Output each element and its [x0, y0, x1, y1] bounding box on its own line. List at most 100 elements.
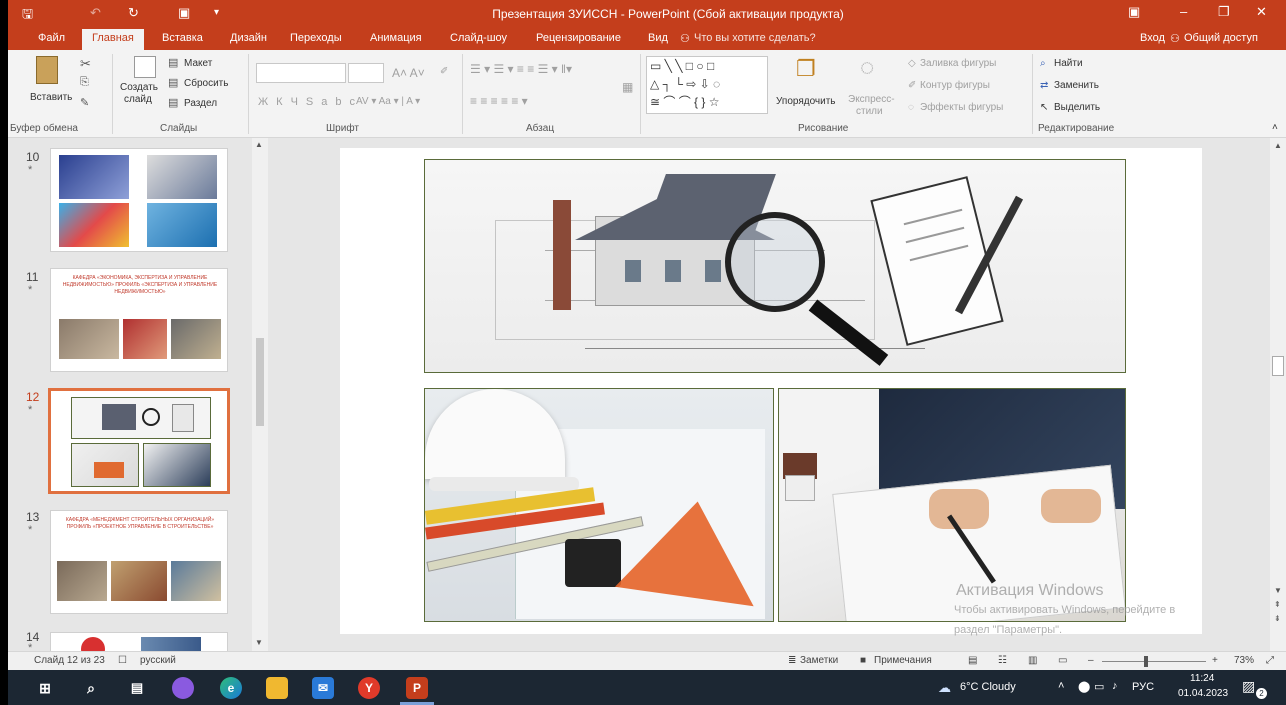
new-slide-label-2[interactable]: слайд: [124, 94, 152, 105]
new-slide-label-1[interactable]: Создать: [120, 82, 158, 93]
shape-fill-button[interactable]: Заливка фигуры: [920, 58, 996, 69]
char-spacing-icon[interactable]: AV ▾ Aa ▾ | A ▾: [356, 96, 420, 107]
next-slide-icon[interactable]: ⇟: [1274, 614, 1281, 623]
weather-text[interactable]: 6°C Cloudy: [960, 681, 1016, 693]
arrange-button[interactable]: Упорядочить: [776, 96, 836, 107]
slide-thumbnail-11[interactable]: КАФЕДРА «ЭКОНОМИКА, ЭКСПЕРТИЗА И УПРАВЛЕ…: [50, 268, 228, 372]
tab-insert[interactable]: Вставка: [162, 32, 203, 44]
fit-slide-icon[interactable]: ⤢: [1266, 655, 1274, 666]
scroll-down-icon[interactable]: ▼: [1274, 586, 1282, 595]
microphone-icon[interactable]: ⬤: [1078, 680, 1090, 693]
tab-view[interactable]: Вид: [648, 32, 668, 44]
tell-me-box[interactable]: Что вы хотите сделать?: [694, 32, 816, 44]
font-size-box[interactable]: [348, 63, 384, 83]
new-slide-icon[interactable]: [134, 56, 156, 78]
save-icon[interactable]: 🖫: [22, 5, 33, 27]
search-icon[interactable]: ⌕: [80, 677, 102, 699]
slide-sorter-icon[interactable]: ☷: [998, 655, 1007, 666]
collapse-ribbon-icon[interactable]: ˄: [1272, 122, 1278, 133]
slide-thumbnail-12[interactable]: [48, 388, 230, 494]
close-button[interactable]: ✕: [1256, 4, 1267, 20]
tab-review[interactable]: Рецензирование: [536, 32, 621, 44]
arrange-icon[interactable]: ❐: [796, 56, 816, 82]
tab-file[interactable]: Файл: [38, 32, 65, 44]
quick-styles-label-1[interactable]: Экспресс-: [848, 94, 895, 105]
tab-transitions[interactable]: Переходы: [290, 32, 342, 44]
copy-icon[interactable]: ⎘: [80, 76, 89, 89]
cut-icon[interactable]: ✂: [80, 56, 91, 72]
layout-button[interactable]: Макет: [184, 58, 212, 69]
house-blueprint-image[interactable]: [424, 159, 1126, 373]
customize-icon[interactable]: ▾: [214, 7, 219, 18]
slide-thumbnail-14[interactable]: [50, 632, 228, 652]
undo-icon[interactable]: ↶: [90, 5, 101, 21]
tray-overflow-icon[interactable]: ˄: [1058, 680, 1064, 692]
increase-font-icon[interactable]: A˄ A˅: [392, 66, 425, 80]
reading-view-icon[interactable]: ▥: [1028, 655, 1037, 666]
weather-icon[interactable]: ☁: [938, 680, 951, 696]
quick-styles-label-2[interactable]: стили: [856, 106, 883, 117]
slide-scrollbar[interactable]: ▲ ▼ ⇞ ⇟: [1270, 138, 1286, 651]
network-icon[interactable]: ▭: [1094, 680, 1104, 693]
bullets-icon[interactable]: ☰ ▾ ☰ ▾ ≡ ≡ ☰ ▾ ‖▾: [470, 62, 572, 76]
select-button[interactable]: Выделить: [1054, 102, 1100, 113]
notes-button[interactable]: Заметки: [800, 655, 838, 666]
shape-effects-button[interactable]: Эффекты фигуры: [920, 102, 1003, 113]
windows-start-icon[interactable]: ⊞: [34, 677, 56, 699]
shapes-gallery[interactable]: ▭ ╲ ╲ □ ○ □ △ ┐ └ ⇨ ⇩ ◌ ≅ ⌒ ⌒ { } ☆: [646, 56, 768, 114]
scroll-thumb[interactable]: [1272, 356, 1284, 376]
edge-icon[interactable]: e: [220, 677, 242, 699]
scroll-up-icon[interactable]: ▲: [1274, 141, 1282, 150]
start-from-beginning-icon[interactable]: ▣: [178, 5, 190, 21]
keyboard-language[interactable]: РУС: [1132, 681, 1154, 693]
paste-button[interactable]: Вставить: [30, 92, 72, 103]
maximize-button[interactable]: ❐: [1218, 4, 1230, 20]
scroll-down-icon[interactable]: ▼: [255, 638, 263, 647]
shape-outline-button[interactable]: Контур фигуры: [920, 80, 990, 91]
zoom-out-icon[interactable]: ‒: [1088, 655, 1094, 666]
quick-styles-icon[interactable]: ◌: [860, 54, 874, 82]
clock-time[interactable]: 11:24: [1190, 673, 1214, 684]
font-style-buttons[interactable]: ЖКЧSabc: [258, 96, 363, 108]
clear-format-icon[interactable]: ✐: [440, 66, 448, 77]
share-button[interactable]: Общий доступ: [1184, 32, 1258, 44]
reset-button[interactable]: Сбросить: [184, 78, 228, 89]
redo-icon[interactable]: ↻: [128, 5, 139, 21]
language-indicator[interactable]: русский: [140, 655, 176, 666]
spellcheck-icon[interactable]: ☐: [118, 655, 127, 666]
signin-link[interactable]: Вход: [1140, 32, 1165, 44]
notifications-icon[interactable]: ▨: [1242, 678, 1255, 695]
mail-icon[interactable]: ✉: [312, 677, 334, 699]
powerpoint-icon[interactable]: P: [406, 677, 428, 699]
yandex-icon[interactable]: Y: [358, 677, 380, 699]
format-painter-icon[interactable]: ✎: [80, 96, 89, 109]
tab-design[interactable]: Дизайн: [230, 32, 267, 44]
zoom-slider[interactable]: [1102, 661, 1206, 662]
align-icons[interactable]: ≡ ≡ ≡ ≡ ≡ ▾: [470, 94, 528, 108]
font-name-box[interactable]: [256, 63, 346, 83]
task-view-icon[interactable]: ▤: [126, 677, 148, 699]
prev-slide-icon[interactable]: ⇞: [1274, 600, 1281, 609]
comments-button[interactable]: Примечания: [874, 655, 932, 666]
clock-date[interactable]: 01.04.2023: [1178, 688, 1228, 699]
find-button[interactable]: Найти: [1054, 58, 1083, 69]
current-slide[interactable]: [340, 148, 1202, 634]
zoom-slider-thumb[interactable]: [1144, 656, 1148, 667]
zoom-level[interactable]: 73%: [1234, 655, 1254, 666]
thumbnails-scrollbar[interactable]: ▲ ▼: [252, 138, 268, 651]
hardhat-blueprints-image[interactable]: [424, 388, 774, 622]
tab-animations[interactable]: Анимация: [370, 32, 422, 44]
slide-thumbnail-13[interactable]: КАФЕДРА «МЕНЕДЖМЕНТ СТРОИТЕЛЬНЫХ ОРГАНИЗ…: [50, 510, 228, 614]
tab-home[interactable]: Главная: [82, 29, 144, 50]
section-button[interactable]: Раздел: [184, 98, 217, 109]
scroll-thumb[interactable]: [256, 338, 264, 426]
volume-icon[interactable]: ♪: [1112, 680, 1118, 692]
paste-icon[interactable]: [36, 56, 58, 84]
scroll-up-icon[interactable]: ▲: [255, 140, 263, 149]
normal-view-icon[interactable]: ▤: [968, 655, 977, 666]
tab-slideshow[interactable]: Слайд-шоу: [450, 32, 507, 44]
alice-icon[interactable]: [172, 677, 194, 699]
slideshow-view-icon[interactable]: ▭: [1058, 655, 1067, 666]
text-direction-icon[interactable]: ▦: [622, 80, 633, 94]
zoom-in-icon[interactable]: +: [1212, 655, 1218, 666]
